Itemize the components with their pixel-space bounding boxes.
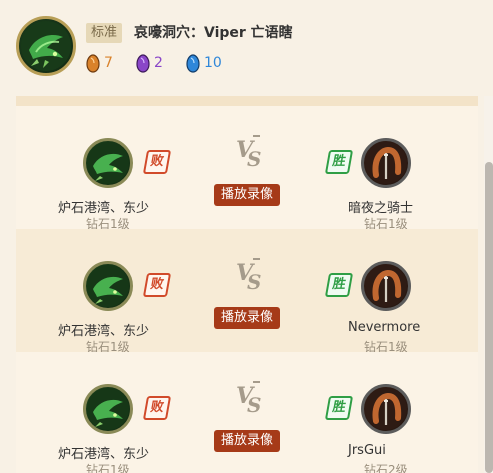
orange-gem-count: 7	[104, 55, 113, 71]
scrollbar-thumb[interactable]	[485, 162, 493, 473]
right-player-name: 暗夜之骑士	[348, 201, 414, 216]
list-top-strip	[16, 96, 478, 106]
orange-gem-icon	[86, 53, 100, 73]
right-player-avatar	[361, 384, 411, 434]
versus-icon: V S	[236, 381, 261, 417]
warrior-hero-icon	[365, 142, 407, 184]
blue-gem-icon	[186, 53, 200, 73]
svg-text:S: S	[247, 270, 261, 294]
mode-tag: 标准	[86, 23, 123, 43]
left-player-rank: 钻石1级	[86, 463, 130, 473]
svg-text:S: S	[247, 393, 261, 417]
warrior-hero-icon	[365, 265, 407, 307]
right-player-avatar	[361, 138, 411, 188]
blue-gem-counter: 10	[186, 52, 222, 74]
deck-header: 标准 哀嚎洞穴：Viper 亡语瞎 7 2 10	[0, 0, 493, 96]
green-hero-icon	[87, 388, 129, 430]
right-player-avatar	[361, 261, 411, 311]
left-player-avatar	[83, 384, 133, 434]
loss-badge: 败	[142, 396, 172, 420]
svg-text:S: S	[247, 147, 261, 171]
loss-badge: 败	[142, 273, 172, 297]
play-replay-button[interactable]: 播放录像	[214, 307, 280, 329]
right-player-rank: 钻石2级	[364, 463, 408, 473]
warrior-hero-icon	[365, 388, 407, 430]
win-badge: 胜	[324, 273, 354, 297]
orange-gem-counter: 7	[86, 52, 113, 74]
hero-avatar	[16, 16, 76, 76]
purple-gem-icon	[136, 53, 150, 73]
right-player-name: Nevermore	[348, 320, 421, 335]
left-player-name: 炉石港湾、东少	[58, 447, 150, 462]
win-badge: 胜	[324, 150, 354, 174]
loss-badge: 败	[142, 150, 172, 174]
match-row: 败 V S 播放录像 胜 炉石港湾、东少 钻石1级 Nevermore 钻石1级	[16, 229, 478, 354]
deck-title: 哀嚎洞穴：Viper 亡语瞎	[134, 25, 293, 41]
left-player-name: 炉石港湾、东少	[58, 324, 150, 339]
match-row: 败 V S 播放录像 胜 炉石港湾、东少 钻石1级 JrsGui 钻石2级	[16, 352, 478, 473]
play-replay-button[interactable]: 播放录像	[214, 184, 280, 206]
match-row: 败 V S 播放录像 胜 炉石港湾、东少 钻石1级 暗夜之骑士 钻石1级	[16, 106, 478, 231]
match-list: 败 V S 播放录像 胜 炉石港湾、东少 钻石1级 暗夜之骑士 钻石1级 败 V…	[16, 96, 478, 473]
versus-icon: V S	[236, 135, 261, 171]
left-player-avatar	[83, 261, 133, 311]
left-player-avatar	[83, 138, 133, 188]
green-hero-icon	[87, 265, 129, 307]
purple-gem-count: 2	[154, 55, 163, 71]
green-hero-icon	[87, 142, 129, 184]
versus-icon: V S	[236, 258, 261, 294]
win-badge: 胜	[324, 396, 354, 420]
play-replay-button[interactable]: 播放录像	[214, 430, 280, 452]
hero-portrait-icon	[21, 21, 71, 71]
right-player-name: JrsGui	[348, 443, 386, 458]
left-player-name: 炉石港湾、东少	[58, 201, 150, 216]
purple-gem-counter: 2	[136, 52, 163, 74]
blue-gem-count: 10	[204, 55, 222, 71]
